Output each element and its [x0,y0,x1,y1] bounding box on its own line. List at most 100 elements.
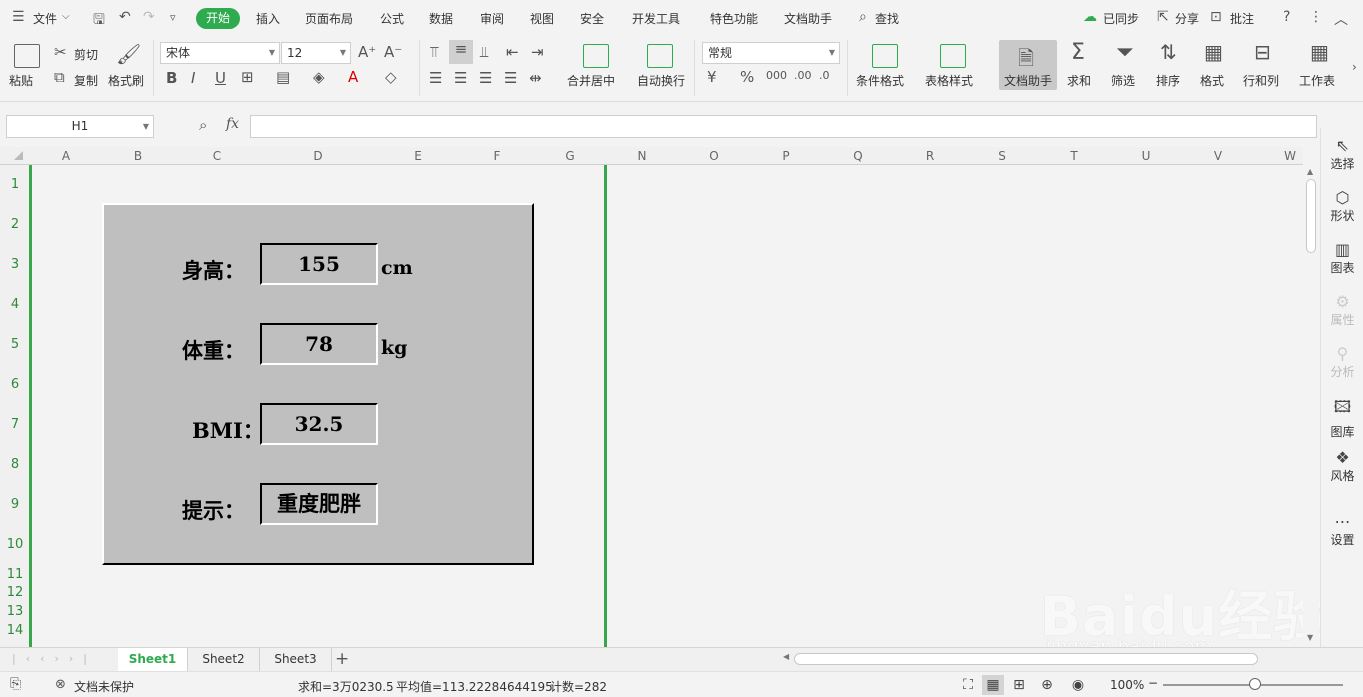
thousands-icon[interactable]: 000 [766,69,787,82]
paste-icon[interactable] [14,44,40,68]
bmi-value-box[interactable]: 32.5 [260,403,378,445]
comment-button[interactable]: 批注 [1230,10,1254,27]
column-header[interactable]: W [1254,149,1326,163]
tab-view[interactable]: 视图 [530,10,554,27]
row-header[interactable]: 1 [0,177,30,192]
add-sheet-icon[interactable]: + [335,649,349,669]
sidebar-analysis[interactable]: ⚲ 分析 [1321,344,1363,380]
wrap-text-icon[interactable] [647,44,673,68]
search-icon[interactable]: ⌕ [859,9,867,25]
align-left-icon[interactable]: ☰ [429,69,442,87]
row-header[interactable]: 4 [0,297,30,312]
sum-icon[interactable]: Σ [1071,40,1085,65]
tab-page-layout[interactable]: 页面布局 [305,10,353,27]
doc-assistant-button[interactable]: 文档助手 [1004,72,1052,89]
tab-security[interactable]: 安全 [580,10,604,27]
sidebar-chart[interactable]: ▥ 图表 [1321,240,1363,276]
vertical-scrollbar[interactable]: ▲ ▼ [1303,165,1319,647]
scroll-up-icon[interactable]: ▲ [1307,167,1313,176]
share-button[interactable]: 分享 [1175,10,1199,27]
tab-doc-assistant[interactable]: 文档助手 [784,10,832,27]
format-icon[interactable]: ▦ [1204,40,1223,64]
hint-value-box[interactable]: 重度肥胖 [260,483,378,525]
format-button[interactable]: 格式 [1200,72,1224,89]
sort-icon[interactable]: ⇅ [1160,40,1177,64]
row-header[interactable]: 5 [0,337,30,352]
column-header[interactable]: T [1038,149,1110,163]
tab-nav-icon[interactable]: |‹‹››| [12,652,97,665]
tab-formula[interactable]: 公式 [380,10,404,27]
scroll-down-icon[interactable]: ▼ [1307,633,1313,642]
fullscreen-icon[interactable]: ⛶ [957,675,979,695]
increase-decimal-icon[interactable]: .00 [794,69,812,82]
bold-icon[interactable]: B [166,69,177,87]
column-header[interactable]: C [174,149,260,163]
save-icon[interactable]: 🖫 [93,9,105,33]
column-header[interactable]: G [534,149,606,163]
eye-protection-icon[interactable]: ◉ [1067,675,1089,695]
sum-button[interactable]: 求和 [1067,72,1091,89]
font-color-icon[interactable]: A [348,68,358,86]
comment-icon[interactable]: ⊡ [1210,9,1222,25]
sidebar-gallery[interactable]: 🖾 图库 [1321,396,1363,440]
align-top-icon[interactable]: ⫪ [430,43,438,61]
font-name-select[interactable]: 宋体 ▼ [160,42,280,64]
format-painter-icon[interactable]: 🖌 [116,42,141,66]
format-painter-button[interactable]: 格式刷 [108,72,144,89]
worksheet-button[interactable]: 工作表 [1299,72,1335,89]
sidebar-shape[interactable]: ⬡ 形状 [1321,188,1363,224]
indent-decrease-icon[interactable]: ⇤ [506,43,519,61]
row-header[interactable]: 14 [0,623,30,638]
row-header[interactable]: 10 [0,537,30,552]
zoom-level[interactable]: 100% [1110,678,1144,692]
rows-cols-icon[interactable]: ⊟ [1254,40,1271,64]
sidebar-style[interactable]: ❖ 风格 [1321,448,1363,484]
column-header[interactable]: U [1110,149,1182,163]
row-header[interactable]: 11 [0,567,30,582]
row-header[interactable]: 2 [0,217,30,232]
cell-style-icon[interactable]: ▤ [276,68,290,86]
redo-icon[interactable]: ↷ [143,9,155,25]
column-header[interactable]: V [1182,149,1254,163]
table-style-button[interactable]: 表格样式 [925,72,973,89]
percent-icon[interactable]: % [740,68,754,86]
horizontal-scroll-thumb[interactable] [794,653,1258,665]
align-middle-icon[interactable]: ≡ [449,40,473,64]
share-icon[interactable]: ⇱ [1157,9,1169,25]
tab-data[interactable]: 数据 [429,10,453,27]
formula-input[interactable] [250,115,1317,138]
sheet-tab-2[interactable]: Sheet2 [188,648,260,671]
merge-center-icon[interactable] [583,44,609,68]
justify-icon[interactable]: ☰ [504,69,517,87]
distribute-icon[interactable]: ⇹ [529,69,542,87]
fx-icon[interactable]: fx [226,116,239,132]
indent-increase-icon[interactable]: ⇥ [531,43,544,61]
scroll-left-icon[interactable]: ◀ [783,652,789,661]
collapse-ribbon-icon[interactable]: ︿ [1334,9,1348,29]
row-header[interactable]: 6 [0,377,30,392]
filter-button[interactable]: 筛选 [1111,72,1135,89]
currency-icon[interactable]: ¥ [707,68,717,86]
tab-insert[interactable]: 插入 [256,10,280,27]
tab-features[interactable]: 特色功能 [710,10,758,27]
align-right-icon[interactable]: ☰ [479,69,492,87]
font-size-select[interactable]: 12 ▼ [281,42,351,64]
tab-home[interactable]: 开始 [196,8,240,29]
align-center-icon[interactable]: ☰ [454,69,467,87]
help-icon[interactable]: ? [1283,9,1290,25]
search-button[interactable]: 查找 [875,10,899,27]
protection-status[interactable]: 文档未保护 [74,678,134,695]
page-break-view-icon[interactable]: ⊞ [1008,675,1030,695]
paste-button[interactable]: 粘贴 [9,72,33,89]
sort-button[interactable]: 排序 [1156,72,1180,89]
underline-icon[interactable]: U [215,69,226,87]
normal-view-icon[interactable]: ▦ [982,675,1004,695]
reading-mode-icon[interactable]: ⊕ [1036,675,1058,695]
merge-center-button[interactable]: 合并居中 [567,72,615,89]
sheet-tab-1[interactable]: Sheet1 [118,648,188,671]
column-header[interactable]: A [30,149,102,163]
italic-icon[interactable]: I [191,69,195,87]
zoom-out-icon[interactable]: − [1148,676,1158,690]
column-header[interactable]: B [102,149,174,163]
sidebar-select[interactable]: ⇖ 选择 [1321,136,1363,172]
